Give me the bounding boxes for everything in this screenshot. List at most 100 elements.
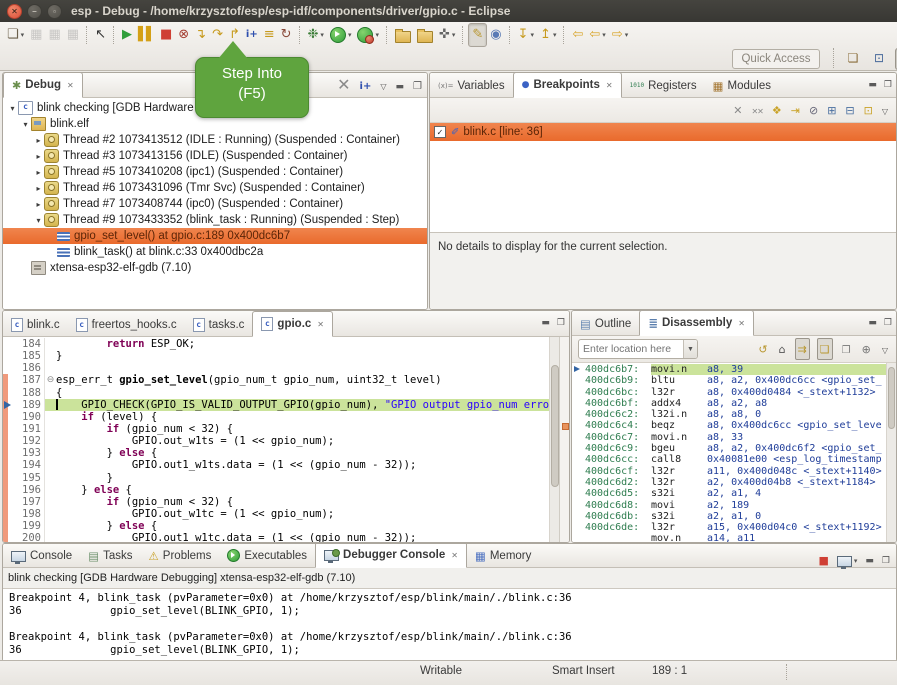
display-selected-console-icon[interactable]: ▾: [837, 555, 858, 567]
tab-memory[interactable]: ▦Memory: [467, 544, 539, 567]
collapse-all-button[interactable]: ⊟: [845, 101, 854, 119]
tab-modules[interactable]: ▦Modules: [705, 74, 779, 97]
home-button[interactable]: ⌂: [777, 339, 788, 359]
track-expression-button[interactable]: ❏: [817, 338, 833, 360]
back-button[interactable]: ⇦▾: [586, 24, 608, 46]
block-selection-button[interactable]: ◉: [487, 24, 504, 46]
debug-tree-row[interactable]: ▸Thread #6 1073431096 (Tmr Svc) (Suspend…: [3, 180, 427, 196]
search-button[interactable]: ✜▾: [436, 24, 458, 46]
editor-tab-gpio-c[interactable]: cgpio.c✕: [252, 311, 333, 337]
previous-annotation-button[interactable]: ↥▾: [537, 24, 559, 46]
location-input[interactable]: [579, 343, 683, 355]
forward-dropdown-icon[interactable]: ▾: [625, 24, 629, 46]
debug-tree-row[interactable]: ▸Thread #2 1073413512 (IDLE : Running) (…: [3, 132, 427, 148]
scrollbar-thumb[interactable]: [551, 365, 559, 487]
refresh-button[interactable]: ↺: [756, 339, 769, 359]
select-pointer-button[interactable]: ↖: [92, 24, 109, 46]
fold-marker-icon[interactable]: ⊖: [44, 374, 56, 386]
instruction-stepping-button[interactable]: i+: [360, 76, 372, 94]
new-wizard-dropdown-icon[interactable]: ▾: [21, 24, 25, 46]
annotation-marker[interactable]: [562, 423, 569, 430]
next-annotation-dropdown-icon[interactable]: ▾: [531, 24, 535, 46]
remove-all-terminated-button[interactable]: ✕: [337, 75, 350, 95]
maximize-window-icon[interactable]: ▫: [47, 4, 62, 19]
location-dropdown-icon[interactable]: ▼: [683, 340, 697, 358]
resume-button[interactable]: ▶: [119, 24, 135, 46]
disassembly-scrollbar[interactable]: [886, 363, 896, 543]
debug-tree-row[interactable]: ▸Thread #3 1073413156 (IDLE) (Suspended …: [3, 148, 427, 164]
breakpoint-row[interactable]: ✓✐blink.c [line: 36]: [430, 123, 896, 141]
tree-expander-icon[interactable]: ▾: [33, 216, 44, 225]
go-to-file-for-breakpoint-button[interactable]: ⇥: [791, 101, 800, 119]
close-tab-icon[interactable]: ✕: [451, 551, 458, 560]
run-dropdown-icon[interactable]: ▾: [348, 24, 352, 46]
tab-debugger-console[interactable]: Debugger Console✕: [315, 543, 467, 568]
minimize-button[interactable]: ▬: [396, 76, 405, 94]
disassembly-body[interactable]: 400dc6b7:movi.na8, 39400dc6b9:bltua8, a2…: [572, 363, 896, 543]
debug-tree-row[interactable]: blink_task() at blink.c:33 0x400dbc2a: [3, 244, 427, 260]
minimize-view-icon[interactable]: ▬: [868, 318, 877, 328]
profile-dropdown-icon[interactable]: ▾: [375, 24, 379, 46]
view-menu-button[interactable]: ▽: [882, 101, 888, 119]
tab-disassembly[interactable]: ≣Disassembly✕: [639, 310, 754, 336]
debug-tree-row[interactable]: ▸Thread #7 1073408744 (ipc0) (Suspended …: [3, 196, 427, 212]
new-disassembly-view-button[interactable]: ❐: [840, 339, 853, 359]
terminate-button[interactable]: ■: [157, 24, 175, 46]
tree-expander-icon[interactable]: ▸: [33, 152, 44, 161]
close-tab-icon[interactable]: ✕: [606, 81, 613, 90]
tree-expander-icon[interactable]: ▸: [33, 184, 44, 193]
maximize-view-icon[interactable]: ❐: [884, 80, 892, 90]
show-breakpoints-supported-button[interactable]: ❖: [772, 101, 782, 119]
editor-tab-blink-c[interactable]: cblink.c: [3, 313, 68, 336]
location-combo[interactable]: ▼: [578, 339, 698, 359]
close-tab-icon[interactable]: ✕: [317, 320, 324, 329]
tree-expander-icon[interactable]: ▸: [33, 168, 44, 177]
disconnect-button[interactable]: ⊗: [175, 24, 192, 46]
tab-debug[interactable]: ✱ Debug ✕: [3, 72, 83, 98]
debug-dropdown-icon[interactable]: ▾: [320, 24, 324, 46]
minimize-view-icon[interactable]: ▬: [541, 318, 550, 328]
minimize-window-icon[interactable]: –: [27, 4, 42, 19]
close-tab-icon[interactable]: ✕: [738, 319, 745, 328]
last-edit-location-button[interactable]: ⇦: [569, 24, 586, 46]
tab-breakpoints[interactable]: ●Breakpoints✕: [513, 72, 622, 98]
expand-all-button[interactable]: ⊞: [827, 101, 836, 119]
run-button[interactable]: ▾: [327, 24, 355, 46]
previous-annotation-dropdown-icon[interactable]: ▾: [553, 24, 557, 46]
new-wizard-button[interactable]: ❏▾: [4, 24, 27, 46]
cpp-perspective-icon[interactable]: ⊡: [869, 48, 889, 68]
debug-button[interactable]: ❉▾: [305, 24, 327, 46]
minimize-view-icon[interactable]: ▬: [865, 556, 874, 566]
skip-all-breakpoints-button[interactable]: ⊘: [809, 101, 818, 119]
scrollbar-thumb[interactable]: [888, 367, 895, 429]
quick-access-button[interactable]: Quick Access: [732, 49, 820, 69]
maximize-view-icon[interactable]: ❐: [884, 318, 892, 328]
tab-registers[interactable]: 1010Registers: [622, 74, 705, 97]
debug-tree-row[interactable]: xtensa-esp32-elf-gdb (7.10): [3, 260, 427, 276]
use-step-filters-button[interactable]: ≡: [261, 24, 278, 46]
breakpoint-checkbox[interactable]: ✓: [434, 126, 446, 138]
tree-expander-icon[interactable]: ▾: [20, 120, 31, 129]
editor-tab-tasks-c[interactable]: ctasks.c: [185, 313, 253, 336]
tree-expander-icon[interactable]: ▸: [33, 200, 44, 209]
open-new-view-button[interactable]: ⊕: [860, 339, 873, 359]
debug-tree-row[interactable]: ▸Thread #5 1073410208 (ipc1) (Suspended …: [3, 164, 427, 180]
step-into-button[interactable]: ↴: [192, 24, 209, 46]
tab-variables[interactable]: (x)=Variables: [430, 74, 513, 97]
restart-button[interactable]: ↻: [278, 24, 295, 46]
remove-all-breakpoints-button[interactable]: ✕✕: [751, 101, 762, 119]
console-output[interactable]: Breakpoint 4, blink_task (pvParameter=0x…: [3, 589, 896, 661]
code-editor[interactable]: 184 return ESP_OK;185}186187⊖esp_err_t g…: [3, 337, 569, 543]
debug-tree-row[interactable]: ▾Thread #9 1073433352 (blink_task : Runn…: [3, 212, 427, 228]
open-perspective-icon[interactable]: ❏: [843, 48, 863, 68]
tab-problems[interactable]: ⚠Problems: [140, 544, 219, 567]
next-annotation-button[interactable]: ↧▾: [515, 24, 537, 46]
minimize-view-icon[interactable]: ▬: [868, 80, 877, 90]
tab-console[interactable]: Console: [3, 544, 80, 567]
tree-expander-icon[interactable]: ▾: [7, 104, 18, 113]
mark-occurrences-button[interactable]: ✎: [468, 23, 487, 47]
suspend-button[interactable]: ▌▌: [135, 24, 157, 46]
link-with-debug-button[interactable]: ⊡: [864, 101, 873, 119]
tree-expander-icon[interactable]: ▸: [33, 136, 44, 145]
close-window-icon[interactable]: ✕: [7, 4, 22, 19]
